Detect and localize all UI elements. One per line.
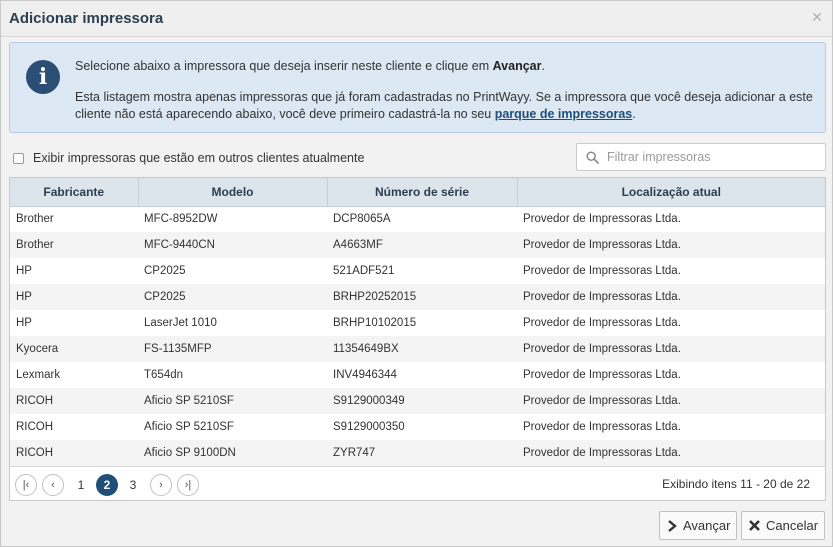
cell-model: CP2025	[138, 284, 327, 310]
add-printer-dialog: Adicionar impressora ✕ i Selecione abaix…	[0, 0, 833, 547]
cell-serial: BRHP10102015	[333, 317, 417, 329]
cell-serial: A4663MF	[327, 232, 517, 258]
pager: |‹ ‹ 1 2 3 › ›| Exibindo itens 11 - 20 d…	[10, 466, 825, 500]
cancel-button-label: Cancelar	[766, 518, 819, 533]
info-explanation: Esta listagem mostra apenas impressoras …	[75, 89, 815, 123]
cell-manufacturer: Brother	[10, 232, 138, 258]
cell-location: Provedor de Impressoras Ltda.	[517, 336, 825, 362]
cell-serial: DCP8065A	[333, 213, 391, 226]
next-button-label: Avançar	[683, 518, 731, 533]
cancel-x-icon	[749, 520, 760, 531]
table-body: Brother MFC-8952DW DCP8065A Provedor de Imp…	[10, 206, 825, 466]
cell-serial: S9129000350	[333, 421, 405, 433]
last-page-icon[interactable]: ›|	[177, 474, 199, 496]
cell-model: Aficio SP 5210SF	[138, 388, 327, 414]
search-icon	[586, 151, 599, 164]
cell-serial: 521ADF521	[333, 265, 395, 277]
cell-manufacturer: Kyocera	[10, 336, 138, 362]
table-row[interactable]: Brother MFC-8952DW DCP8065A Provedor de Imp…	[10, 206, 825, 232]
cell-location: Provedor de Impressoras Ltda.	[517, 284, 825, 310]
info-line2-text: Esta listagem mostra apenas impressoras …	[75, 90, 813, 121]
table-row[interactable]: RICOH Aficio SP 9100DN ZYR747 Provedor de I…	[10, 440, 825, 466]
cell-model: Aficio SP 5210SF	[144, 421, 234, 433]
column-header-model[interactable]: Modelo	[138, 178, 328, 207]
show-other-clients-checkbox[interactable]	[13, 152, 24, 164]
printers-grid: Fabricante Modelo Número de série Locali…	[9, 177, 826, 501]
page-3[interactable]: 3	[122, 474, 144, 496]
cell-model: CP2025	[144, 265, 186, 277]
cell-manufacturer: Brother	[16, 213, 54, 226]
cell-serial: BRHP20252015	[327, 284, 517, 310]
column-header-location[interactable]: Localização atual	[517, 178, 825, 207]
table-header-row: Fabricante Modelo Número de série Locali…	[10, 178, 825, 207]
info-icon: i	[26, 60, 60, 94]
cell-location: Provedor de Impressoras Ltda.	[523, 369, 681, 381]
next-button[interactable]: Avançar	[659, 511, 737, 540]
column-header-serial[interactable]: Número de série	[327, 178, 518, 207]
cell-serial: 11354649BX	[327, 336, 517, 362]
info-line1-suffix: .	[541, 59, 545, 73]
info-instruction: Selecione abaixo a impressora que deseja…	[75, 59, 545, 73]
prev-page-icon[interactable]: ‹	[42, 474, 64, 496]
table-row[interactable]: Lexmark T654dn INV4946344 Provedor de Impre…	[10, 362, 825, 388]
cell-model: Aficio SP 9100DN	[138, 440, 327, 466]
cell-location: Provedor de Impressoras Ltda.	[523, 421, 681, 433]
table-row[interactable]: RICOH Aficio SP 5210SF S9129000350 Provedor…	[10, 414, 825, 440]
cell-location: Provedor de Impressoras Ltda.	[523, 265, 681, 277]
show-other-clients-option[interactable]: Exibir impressoras que estão em outros c…	[13, 151, 364, 165]
page-2-current[interactable]: 2	[96, 474, 118, 496]
show-other-clients-label[interactable]: Exibir impressoras que estão em outros c…	[33, 151, 364, 165]
printer-park-link[interactable]: parque de impressoras	[495, 107, 633, 121]
info-line2-suffix: .	[632, 107, 636, 121]
cell-location: Provedor de Impressoras Ltda.	[523, 213, 681, 226]
dialog-titlebar: Adicionar impressora ✕	[1, 1, 832, 37]
close-icon[interactable]: ✕	[810, 10, 824, 24]
table-row[interactable]: HP LaserJet 1010 BRHP10102015 Provedor de I…	[10, 310, 825, 336]
cancel-button[interactable]: Cancelar	[741, 511, 825, 540]
cell-model: MFC-8952DW	[144, 213, 218, 226]
cell-manufacturer: HP	[10, 284, 138, 310]
table-row[interactable]: RICOH Aficio SP 5210SF S9129000349 Provedor…	[10, 388, 825, 414]
filter-box[interactable]	[576, 143, 826, 171]
cell-manufacturer: HP	[16, 317, 32, 329]
cell-manufacturer: RICOH	[10, 440, 138, 466]
chevron-right-icon	[668, 519, 677, 532]
cell-model: T654dn	[144, 369, 184, 381]
cell-serial: ZYR747	[327, 440, 517, 466]
cell-manufacturer: Lexmark	[16, 369, 61, 381]
column-header-manufacturer[interactable]: Fabricante	[10, 178, 139, 207]
info-panel: i Selecione abaixo a impressora que dese…	[9, 42, 826, 133]
cell-location: Provedor de Impressoras Ltda.	[517, 388, 825, 414]
cell-model: FS-1135MFP	[138, 336, 327, 362]
cell-manufacturer: RICOH	[16, 421, 54, 433]
printers-table: Fabricante Modelo Número de série Locali…	[10, 178, 825, 466]
cell-location: Provedor de Impressoras Ltda.	[523, 317, 681, 329]
dialog-title: Adicionar impressora	[9, 10, 164, 27]
pager-info: Exibindo itens 11 - 20 de 22	[662, 477, 810, 491]
cell-serial: INV4946344	[333, 369, 397, 381]
cell-location: Provedor de Impressoras Ltda.	[517, 440, 825, 466]
table-row[interactable]: HP CP2025 521ADF521 Provedor de Impressoras…	[10, 258, 825, 284]
cell-location: Provedor de Impressoras Ltda.	[517, 232, 825, 258]
info-line1-bold: Avançar	[492, 59, 542, 73]
table-row[interactable]: Brother MFC-9440CN A4663MF Provedor de Impr…	[10, 232, 825, 258]
cell-manufacturer: RICOH	[10, 388, 138, 414]
filter-input[interactable]	[607, 148, 817, 166]
table-row[interactable]: Kyocera FS-1135MFP 11354649BX Provedor de I…	[10, 336, 825, 362]
cell-model: LaserJet 1010	[144, 317, 217, 329]
first-page-icon[interactable]: |‹	[15, 474, 37, 496]
page-1[interactable]: 1	[70, 474, 92, 496]
info-line1-text: Selecione abaixo a impressora que deseja…	[75, 59, 493, 73]
cell-serial: S9129000349	[327, 388, 517, 414]
cell-manufacturer: HP	[16, 265, 32, 277]
next-page-icon[interactable]: ›	[150, 474, 172, 496]
cell-model: MFC-9440CN	[138, 232, 327, 258]
table-row[interactable]: HP CP2025 BRHP20252015 Provedor de Impresso…	[10, 284, 825, 310]
